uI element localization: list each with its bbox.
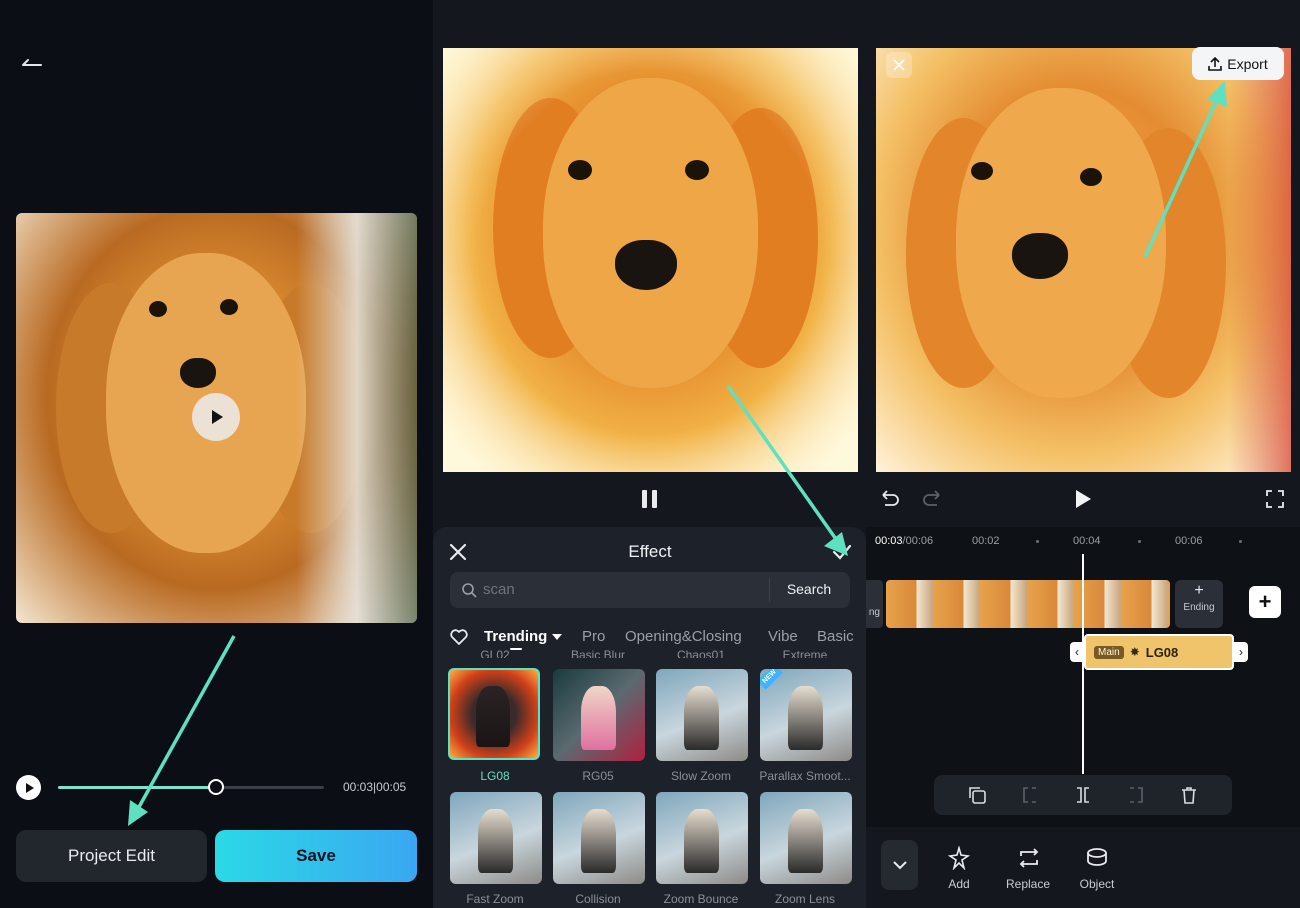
delete-icon[interactable] (1178, 785, 1200, 810)
effect-clip-handle-right[interactable]: › (1234, 642, 1248, 662)
effect-label: LG08 (480, 769, 510, 783)
preview-close-icon[interactable] (886, 52, 912, 78)
effect-thumb-zoom-lens[interactable] (760, 792, 852, 884)
search-button[interactable]: Search (772, 581, 846, 597)
ruler-tick: 00:06 (1175, 535, 1203, 547)
tool-add-label[interactable]: Add (929, 877, 989, 891)
previous-clip-label: ng (868, 607, 880, 618)
redo-icon[interactable] (922, 490, 942, 508)
undo-icon[interactable] (880, 490, 900, 508)
ruler-tick: 00:02 (972, 535, 1000, 547)
tool-object-label[interactable]: Object (1067, 877, 1127, 891)
ruler-dot (1036, 540, 1039, 543)
new-badge: NEW (760, 669, 783, 690)
ruler-dot (1239, 540, 1242, 543)
split-icon[interactable] (1072, 785, 1094, 810)
tool-replace-label[interactable]: Replace (998, 877, 1058, 891)
effect-label-cut: Basic Blur (570, 648, 626, 658)
play-icon[interactable] (1076, 490, 1091, 508)
tab-opening-closing[interactable]: Opening&Closing (625, 628, 742, 645)
add-clip-button[interactable]: + (1249, 586, 1281, 618)
effect-label-cut: GL02 (480, 648, 510, 658)
effect-label-cut: Extreme (782, 648, 828, 658)
effect-label-cut: Chaos01 (676, 648, 726, 658)
export-label: Export (1227, 55, 1268, 72)
bottom-toolbar (866, 827, 1300, 908)
duplicate-icon[interactable] (966, 785, 988, 810)
search-placeholder: scan (483, 581, 515, 598)
tab-trending[interactable]: Trending (484, 628, 547, 645)
ending-label: Ending (1183, 602, 1215, 613)
replace-icon[interactable] (1016, 846, 1042, 875)
export-icon (1208, 56, 1223, 71)
annotation-arrow (726, 384, 848, 556)
timeline-total-time: /00:06 (902, 535, 934, 547)
effect-label: Zoom Lens (774, 892, 836, 906)
ruler-dot (1138, 540, 1141, 543)
favorites-heart-icon[interactable] (450, 629, 468, 645)
timeline-time: 00:03/00:06 (875, 535, 933, 547)
annotation-arrow (1143, 81, 1227, 258)
close-icon[interactable] (449, 543, 467, 561)
annotation-arrow (128, 635, 236, 826)
effect-clip[interactable]: ‹ Main ✸ LG08 › (1070, 634, 1248, 670)
save-button[interactable]: Save (215, 830, 417, 882)
project-edit-button[interactable]: Project Edit (16, 830, 207, 882)
effect-label: RG05 (582, 769, 614, 783)
progress-time: 00:03|00:05 (343, 780, 407, 794)
effect-thumb-lg08[interactable] (448, 668, 540, 760)
effect-label: Fast Zoom (466, 892, 524, 906)
effect-thumb-parallax[interactable]: NEW (760, 669, 852, 761)
collapse-button[interactable] (881, 840, 918, 890)
pause-icon[interactable] (642, 490, 658, 508)
effect-clip-name: LG08 (1145, 644, 1179, 660)
effect-star-icon: ✸ (1129, 645, 1140, 659)
effect-clip-badge: Main (1094, 645, 1124, 659)
effect-thumb-rg05[interactable] (553, 669, 645, 761)
video-clip-strip[interactable] (886, 580, 1170, 628)
effect-thumb-collision[interactable] (553, 792, 645, 884)
object-icon[interactable] (1084, 846, 1110, 875)
chevron-down-icon (892, 861, 907, 870)
effect-panel-title: Effect (628, 542, 672, 561)
add-ending-button[interactable]: + Ending (1175, 580, 1223, 628)
playhead[interactable] (1082, 554, 1084, 774)
effect-label: Collision (575, 892, 621, 906)
timeline-current-time: 00:03 (875, 535, 903, 547)
split-left-icon (1019, 785, 1041, 810)
timeline-play-button[interactable] (16, 775, 41, 800)
tab-vibe[interactable]: Vibe (768, 628, 798, 645)
search-divider (769, 578, 770, 602)
effect-label: Zoom Bounce (663, 892, 739, 906)
search-icon (461, 582, 477, 598)
add-effect-icon[interactable] (946, 845, 972, 875)
effect-label: Parallax Smoot... (759, 769, 851, 783)
preview-play-button[interactable] (192, 393, 240, 441)
effect-thumb-slow-zoom[interactable] (656, 669, 748, 761)
tab-pro[interactable]: Pro (582, 628, 605, 645)
ruler-tick: 00:04 (1073, 535, 1101, 547)
tab-trending-dropdown-icon (552, 634, 562, 640)
tab-basic[interactable]: Basic (817, 628, 854, 645)
effect-thumb-fast-zoom[interactable] (450, 792, 542, 884)
effect-label: Slow Zoom (670, 769, 732, 783)
previous-clip[interactable]: ng (866, 580, 883, 628)
effect-thumb-zoom-bounce[interactable] (656, 792, 748, 884)
back-arrow-icon[interactable] (20, 52, 44, 72)
plus-icon: + (1194, 582, 1204, 599)
split-right-icon (1125, 785, 1147, 810)
fullscreen-icon[interactable] (1266, 490, 1284, 508)
